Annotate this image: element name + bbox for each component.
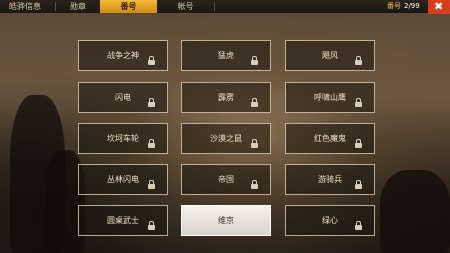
lock-icon — [148, 139, 155, 148]
lock-icon — [148, 98, 155, 107]
title-button-round-table-knight[interactable]: 圆桌武士 — [78, 205, 168, 236]
tab-general-info[interactable]: 皓骅信息 — [0, 0, 50, 13]
title-button-viking[interactable]: 维京 — [181, 205, 271, 236]
title-label: 维京 — [218, 216, 234, 225]
soldier-silhouette-right — [380, 170, 450, 253]
tab-divider — [214, 2, 215, 11]
tab-medals[interactable]: 勋章 — [56, 0, 100, 13]
lock-icon — [355, 56, 362, 65]
title-button-rough-wheels[interactable]: 坎坷车轮 — [78, 123, 168, 154]
title-button-thunderbolt[interactable]: 霹雳 — [181, 82, 271, 113]
lock-icon — [148, 56, 155, 65]
tab-titles[interactable]: 番号 — [100, 0, 157, 13]
title-button-jungle-lightning[interactable]: 丛林闪电 — [78, 164, 168, 195]
title-button-lightning[interactable]: 闪电 — [78, 82, 168, 113]
tab-account[interactable]: 帐号 — [157, 0, 214, 13]
lock-icon — [355, 180, 362, 189]
lock-icon — [355, 139, 362, 148]
title-button-ranger[interactable]: 游骑兵 — [285, 164, 375, 195]
title-button-tiger[interactable]: 猛虎 — [181, 40, 271, 71]
lock-icon — [251, 139, 258, 148]
title-button-war-god[interactable]: 战争之神 — [78, 40, 168, 71]
title-count-value: 2/99 — [404, 2, 420, 10]
title-button-screaming-eagle[interactable]: 呼啸山鹰 — [285, 82, 375, 113]
close-icon: ✖ — [434, 0, 444, 13]
top-tab-bar: 皓骅信息 勋章 番号 帐号 番号 2/99 ✖ — [0, 0, 450, 14]
title-button-empire[interactable]: 帝国 — [181, 164, 271, 195]
close-button[interactable]: ✖ — [428, 0, 450, 14]
lock-icon — [251, 98, 258, 107]
lock-icon — [355, 98, 362, 107]
title-button-green-heart[interactable]: 绿心 — [285, 205, 375, 236]
lock-icon — [148, 180, 155, 189]
lock-icon — [251, 180, 258, 189]
title-count-label: 番号 — [387, 2, 401, 10]
lock-icon — [148, 221, 155, 230]
title-button-hurricane[interactable]: 飓风 — [285, 40, 375, 71]
lock-icon — [355, 221, 362, 230]
title-button-desert-rat[interactable]: 沙漠之鼠 — [181, 123, 271, 154]
title-button-red-devil[interactable]: 红色魔鬼 — [285, 123, 375, 154]
lock-icon — [251, 56, 258, 65]
